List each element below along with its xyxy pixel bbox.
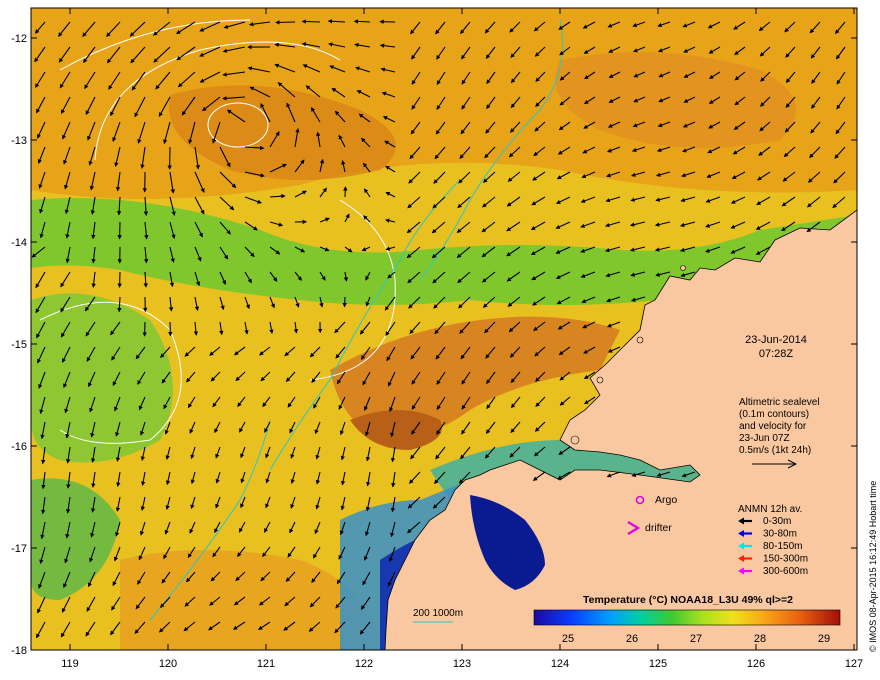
colorbar-tick-label: 29 — [818, 633, 830, 645]
anmn-label: 0-30m — [763, 516, 791, 527]
lon-tick-label: 120 — [159, 658, 177, 670]
anmn-label: 300-600m — [763, 566, 808, 577]
lat-tick-label: -13 — [11, 135, 27, 147]
velocity-arrow — [301, 19, 321, 24]
lon-tick-label: 121 — [257, 658, 275, 670]
lat-tick-label: -12 — [11, 33, 27, 45]
lon-tick-label: 122 — [355, 658, 373, 670]
anmn-label: 30-80m — [763, 529, 797, 540]
sst-map: -12 -13 -14 -15 -16 -17 -18 119 120 121 122 123 124… — [11, 7, 878, 670]
lat-tick-label: -15 — [11, 339, 27, 351]
info-line: 0.5m/s (1kt 24h) — [739, 445, 811, 456]
velocity-arrow — [353, 19, 371, 24]
colorbar-tick-label: 26 — [626, 633, 638, 645]
colorbar-ramp — [533, 609, 841, 626]
lat-tick-label: -14 — [11, 237, 27, 249]
lat-tick-label: -17 — [11, 543, 27, 555]
lon-tick-label: 127 — [845, 658, 863, 670]
colorbar-title: Temperature (°C) NOAA18_L3U 49% ql>=2 — [583, 594, 793, 606]
lon-tick-label: 124 — [551, 658, 569, 670]
colorbar-tick-label: 25 — [562, 633, 574, 645]
map-date: 23-Jun-2014 — [745, 334, 807, 346]
info-line: 23-Jun 07Z — [739, 433, 790, 444]
anmn-label: 80-150m — [763, 541, 802, 552]
drifter-label: drifter — [645, 522, 672, 534]
colorbar-tick-label: 28 — [754, 633, 766, 645]
map-time: 07:28Z — [759, 348, 794, 360]
bathymetry-label: 200 1000m — [413, 608, 463, 619]
info-line: and velocity for — [739, 421, 807, 432]
lon-tick-label: 119 — [61, 658, 79, 670]
credit-text: © IMOS 08-Apr-2015 16:12:49 Hobart time — [868, 481, 878, 652]
lon-tick-label: 123 — [453, 658, 471, 670]
lat-tick-label: -18 — [11, 645, 27, 657]
info-line: Altimetric sealevel — [739, 397, 820, 408]
lat-tick-label: -16 — [11, 441, 27, 453]
colorbar-tick-label: 27 — [690, 633, 702, 645]
lon-tick-label: 126 — [747, 658, 765, 670]
info-line: (0.1m contours) — [739, 409, 809, 420]
argo-label: Argo — [655, 494, 677, 506]
lon-tick-label: 125 — [649, 658, 667, 670]
anmn-title: ANMN 12h av. — [738, 504, 802, 515]
anmn-label: 150-300m — [763, 554, 808, 565]
